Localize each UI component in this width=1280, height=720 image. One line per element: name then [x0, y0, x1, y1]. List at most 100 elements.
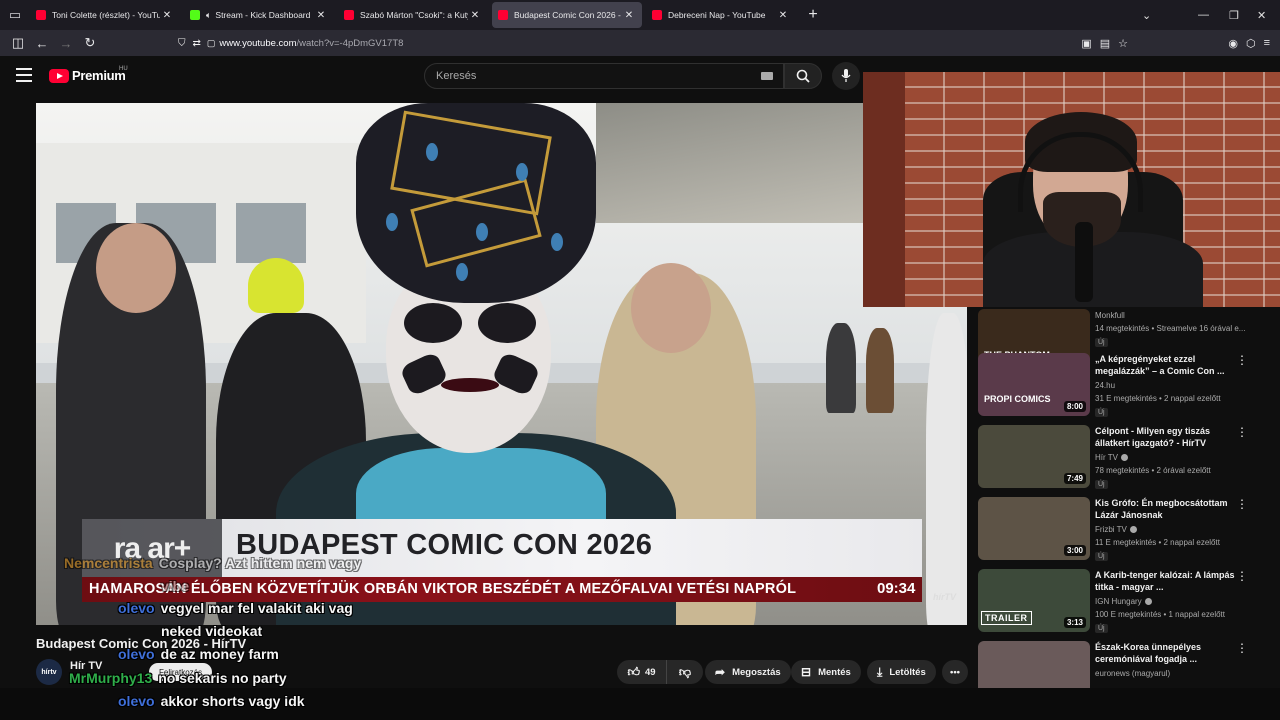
voice-search-button[interactable]: [832, 62, 860, 90]
minimize-button[interactable]: —: [1198, 0, 1209, 30]
recommended-channel[interactable]: euronews (magyarul): [1095, 669, 1170, 678]
channel-label: euronews (magyarul): [1095, 669, 1171, 678]
chat-username[interactable]: olevo: [118, 693, 155, 709]
page-actions: ▣ ▤ ☆: [1081, 30, 1128, 56]
dislike-button[interactable]: 👎︎: [667, 660, 703, 684]
screenshot-icon[interactable]: ▣: [1081, 37, 1091, 50]
more-vertical-icon[interactable]: ⋮: [1236, 642, 1248, 654]
youtube-play-icon: [49, 68, 69, 83]
download-button[interactable]: ⤓ Letöltés: [867, 660, 936, 684]
save-button[interactable]: ⊟ Mentés: [791, 660, 861, 684]
recommended-title[interactable]: Észak-Korea ünnepélyes ceremóniával foga…: [1095, 641, 1245, 665]
country-code: HU: [119, 66, 128, 72]
reader-view-icon[interactable]: ▤: [1100, 37, 1110, 50]
more-vertical-icon[interactable]: ⋮: [1236, 498, 1248, 510]
channel-avatar[interactable]: hírtv: [36, 659, 62, 685]
tab-title: Debreceni Nap - YouTube: [668, 10, 766, 20]
chat-message: Nemcentrista Cosplay? Azt hittem nem vagy: [64, 555, 361, 571]
browser-tab[interactable]: 🔈︎ Stream - Kick Dashboard ✕: [184, 2, 334, 28]
account-icon[interactable]: ◉: [1228, 37, 1238, 50]
tab-list-icon[interactable]: ▭: [0, 0, 30, 30]
browser-tab[interactable]: Budapest Comic Con 2026 - Hír✕: [492, 2, 642, 28]
channel-label: Hír TV: [1095, 453, 1118, 462]
crowd-person-head: [96, 223, 176, 313]
search-input[interactable]: Keresés: [424, 63, 784, 89]
reload-button[interactable]: ↻: [78, 31, 102, 55]
forward-button[interactable]: →: [54, 31, 78, 55]
thumbnail-caption: PROPI COMICS: [984, 394, 1051, 404]
cosplayer-hat: [356, 103, 596, 303]
recommended-channel[interactable]: Monkfull: [1095, 311, 1125, 320]
menu-icon[interactable]: ≡: [1264, 37, 1270, 49]
guide-menu-icon[interactable]: [16, 68, 32, 82]
like-button[interactable]: 👍︎ 49: [617, 660, 667, 684]
youtube-logo[interactable]: Premium: [49, 68, 126, 83]
duration-badge: 3:13: [1063, 617, 1086, 628]
youtube-icon: [498, 10, 508, 20]
recommended-channel[interactable]: 24.hu: [1095, 381, 1115, 390]
close-tab-icon[interactable]: ✕: [314, 10, 328, 21]
video-thumbnail[interactable]: 7:49: [978, 425, 1090, 488]
speaker-icon[interactable]: 🔈︎: [206, 10, 211, 21]
more-vertical-icon[interactable]: ⋮: [1236, 570, 1248, 582]
browser-nav-bar: ◫ ← → ↻ ⛉ ⇄ ▢ www.youtube.com /watch?v=-…: [0, 30, 1280, 56]
permissions-icon[interactable]: ⇄: [193, 38, 201, 49]
extensions-icon[interactable]: ⬡: [1246, 37, 1256, 50]
address-bar[interactable]: ⛉ ⇄ ▢ www.youtube.com /watch?v=-4pDmGV17…: [178, 33, 1128, 53]
video-thumbnail[interactable]: PROPI COMICS 8:00: [978, 353, 1090, 416]
channel-watermark: hírTV: [933, 592, 957, 602]
toolbar-actions: ◉ ⬡ ≡: [1228, 30, 1270, 56]
download-icon: ⤓: [877, 664, 883, 679]
lock-icon: ▢: [206, 37, 216, 48]
recommended-video[interactable]: TRAILER 3:13 A Karib-tenger kalózai: A lám…: [978, 569, 1268, 633]
chat-username[interactable]: olevo: [118, 646, 155, 662]
search-button[interactable]: [784, 63, 822, 89]
recommended-title[interactable]: A Karib-tenger kalózai: A lámpás titka -…: [1095, 569, 1245, 593]
recommended-channel[interactable]: IGN Hungary: [1095, 597, 1152, 606]
tab-overflow-chevron-icon[interactable]: ⌄: [1142, 0, 1151, 30]
browser-tab[interactable]: Szabó Márton "Csoki": a Kutyap✕: [338, 2, 488, 28]
recommended-video[interactable]: PROPI COMICS 8:00 „A képregényeket ezzel m…: [978, 353, 1268, 417]
share-button[interactable]: ➦ Megosztás: [705, 660, 791, 684]
maximize-button[interactable]: ❐: [1229, 0, 1239, 30]
recommended-title[interactable]: Kis Grófo: Én megbocsátottam Lázár János…: [1095, 497, 1245, 521]
video-player[interactable]: ra ar+ BUDAPEST COMIC CON 2026 HAMAROSAN…: [36, 103, 967, 625]
keyboard-icon[interactable]: [761, 72, 773, 80]
bookmark-icon: ⊟: [801, 665, 812, 679]
recommended-channel[interactable]: Frizbi TV: [1095, 525, 1137, 534]
recommended-channel[interactable]: Hír TV: [1095, 453, 1128, 462]
chat-username[interactable]: MrMurphy13: [69, 670, 152, 686]
close-tab-icon[interactable]: ✕: [622, 10, 636, 21]
more-vertical-icon[interactable]: ⋮: [1236, 426, 1248, 438]
crowd-person: [866, 328, 894, 413]
recommended-video[interactable]: 3:00 Kis Grófo: Én megbocsátottam Lázár J…: [978, 497, 1268, 561]
browser-tab[interactable]: Debreceni Nap - YouTube ✕: [646, 2, 796, 28]
crowd-person-head: [631, 263, 711, 353]
more-actions-button[interactable]: •••: [942, 660, 968, 684]
bookmark-star-icon[interactable]: ☆: [1118, 37, 1128, 50]
close-tab-icon[interactable]: ✕: [776, 10, 790, 21]
close-window-button[interactable]: ✕: [1257, 0, 1266, 30]
close-tab-icon[interactable]: ✕: [468, 10, 482, 21]
close-tab-icon[interactable]: ✕: [160, 10, 174, 21]
recommended-title[interactable]: Célpont - Milyen egy tiszás állatkert ig…: [1095, 425, 1245, 449]
video-thumbnail[interactable]: TRAILER 3:13: [978, 569, 1090, 632]
browser-tab[interactable]: Toni Colette (részlet) - YouTube ✕: [30, 2, 180, 28]
youtube-icon: [36, 10, 46, 20]
back-button[interactable]: ←: [30, 31, 54, 55]
chat-message: olevo akkor shorts vagy idk: [118, 693, 305, 709]
recommended-meta: 11 E megtekintés • 2 nappal ezelőtt: [1095, 538, 1220, 547]
recommended-title[interactable]: „A képregényeket ezzel megalázzák” – a C…: [1095, 353, 1245, 377]
recommended-video[interactable]: 7:49 Célpont - Milyen egy tiszás állatker…: [978, 425, 1268, 489]
new-tab-button[interactable]: +: [800, 6, 826, 24]
tab-strip: Toni Colette (részlet) - YouTube ✕ 🔈︎ Strea…: [30, 2, 800, 28]
video-thumbnail[interactable]: 3:00: [978, 497, 1090, 560]
chat-text: neked videokat: [161, 623, 263, 639]
chat-username[interactable]: olevo: [118, 600, 155, 616]
shield-icon[interactable]: ⛉: [178, 38, 186, 49]
chat-username[interactable]: Nemcentrista: [64, 555, 153, 571]
new-badge: Új: [1095, 338, 1108, 347]
tab-title: Stream - Kick Dashboard: [215, 10, 311, 20]
more-vertical-icon[interactable]: ⋮: [1236, 354, 1248, 366]
sidebar-toggle-icon[interactable]: ◫: [6, 31, 30, 55]
